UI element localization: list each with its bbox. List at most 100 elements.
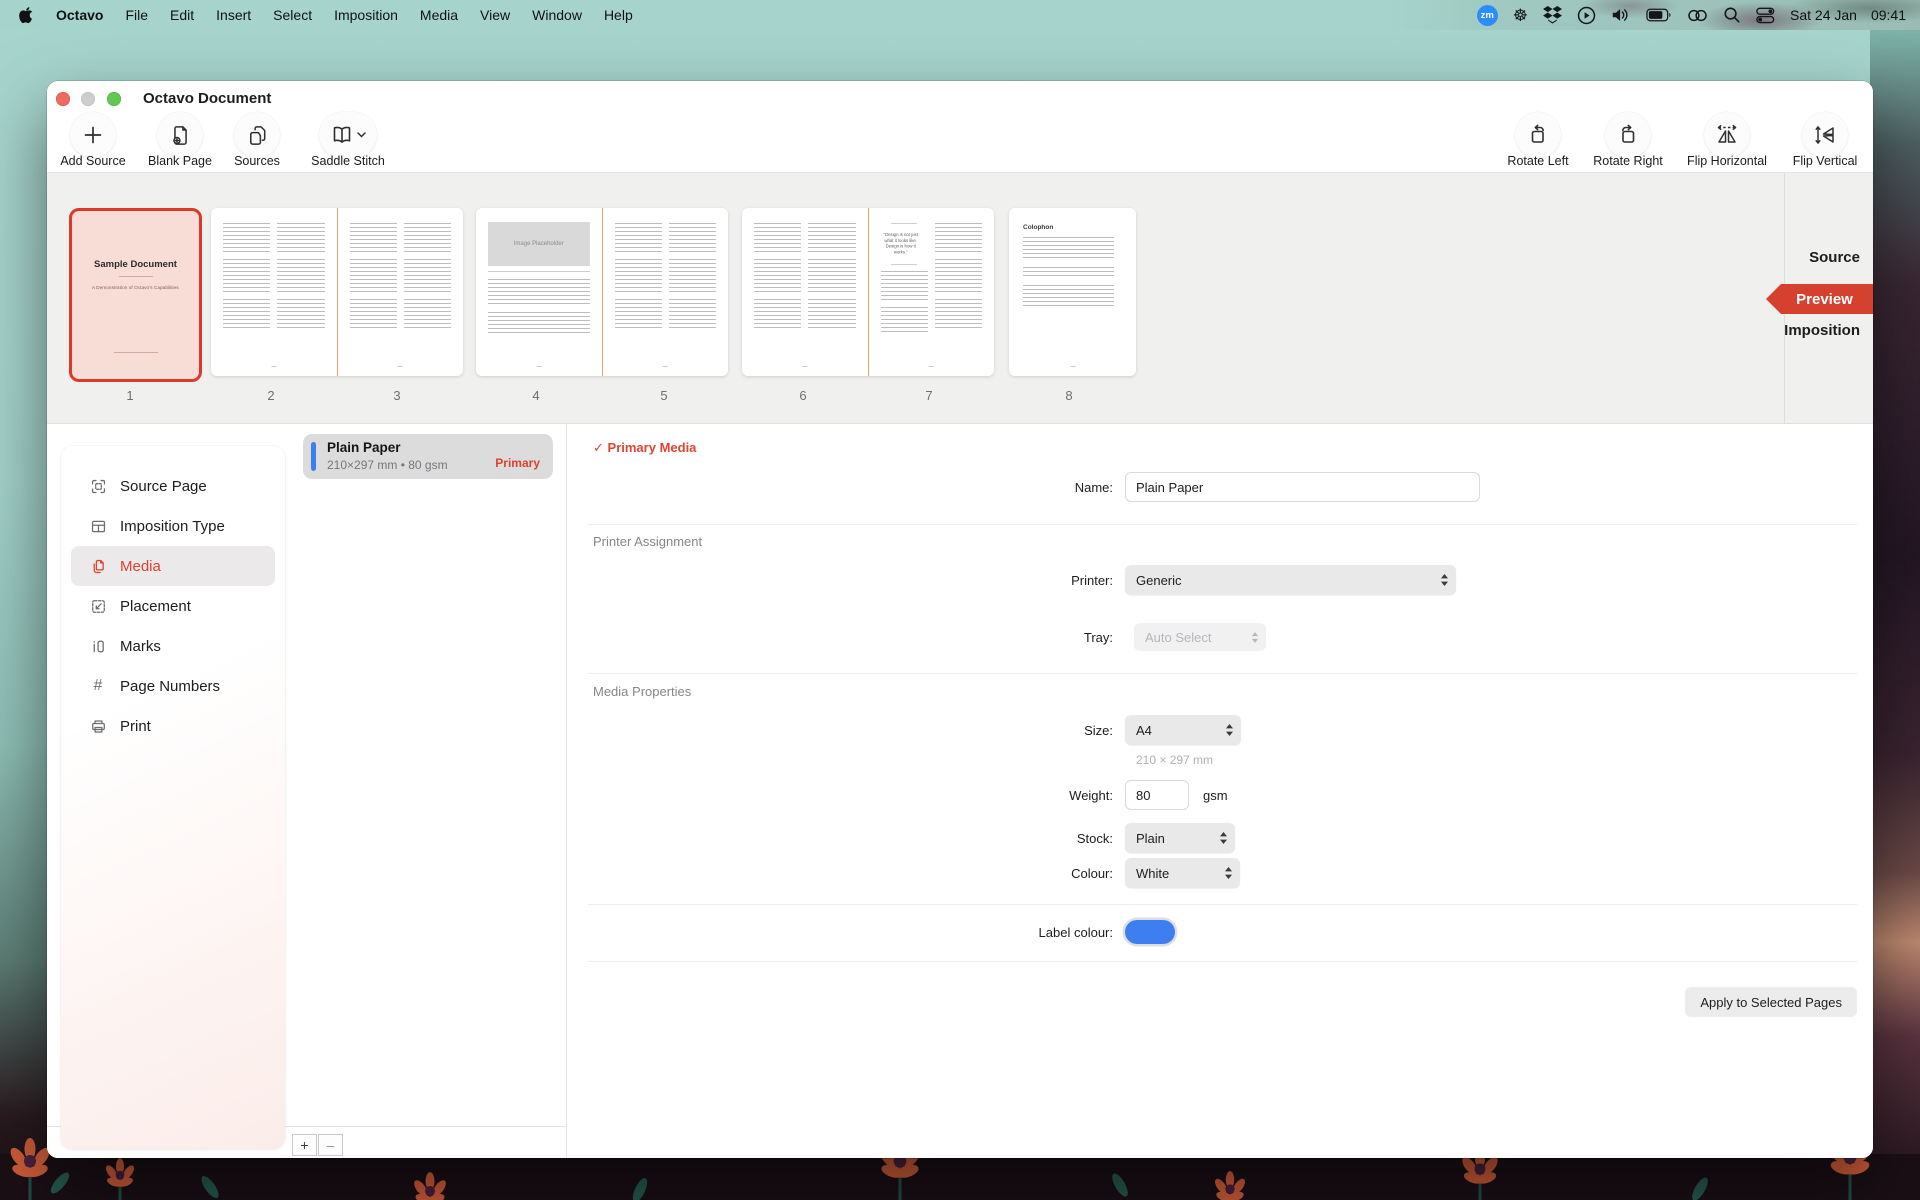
menu-item-imposition[interactable]: Imposition (323, 0, 409, 30)
stock-label: Stock: (913, 831, 1113, 846)
thumbnail-spread-6-7[interactable]: "Design is not just what it looks like. … (742, 208, 994, 376)
section-divider (588, 673, 1857, 674)
size-dimensions-note: 210 × 297 mm (1136, 753, 1213, 767)
weight-input[interactable] (1125, 780, 1189, 810)
thumbnail-page-4[interactable]: Image Placeholder (476, 208, 602, 376)
chevron-down-icon (357, 132, 366, 138)
settings-sidebar: Source Page Imposition Type Media Placem… (61, 446, 285, 1149)
section-divider (588, 524, 1857, 525)
thumbnail-page-6[interactable] (742, 208, 868, 376)
close-button[interactable] (56, 92, 70, 106)
helm-menu-icon[interactable]: ☸ (1513, 7, 1528, 24)
menubar-time[interactable]: 09:41 (1871, 7, 1906, 23)
pull-quote: "Design is not just what it looks like. … (878, 233, 922, 256)
tab-imposition[interactable]: Imposition (1784, 322, 1860, 339)
menu-bar: Octavo File Edit Insert Select Impositio… (0, 0, 1920, 30)
dropbox-icon[interactable] (1543, 6, 1562, 24)
book-icon (330, 124, 354, 146)
flip-vertical-button[interactable] (1802, 112, 1848, 158)
cover-title: Sample Document (94, 259, 177, 270)
documents-icon (246, 124, 269, 147)
sidebar-label: Placement (120, 598, 191, 615)
media-list-item-plain-paper[interactable]: Plain Paper 210×297 mm • 80 gsm Primary (303, 434, 553, 479)
saddle-stitch-button[interactable] (319, 112, 377, 158)
name-input[interactable] (1125, 472, 1480, 502)
stepper-icon (1219, 831, 1228, 845)
search-icon[interactable] (1723, 6, 1741, 24)
section-divider (588, 961, 1857, 962)
tab-source[interactable]: Source (1809, 249, 1860, 266)
thumbnail-page-8[interactable]: Colophon (1009, 208, 1136, 376)
sidebar-label: Page Numbers (120, 678, 220, 695)
blank-page-label: Blank Page (148, 154, 212, 168)
thumbnail-page-1-selected[interactable]: Sample Document A Demonstration of Octav… (69, 208, 202, 382)
label-colour-swatch[interactable] (1125, 920, 1175, 944)
sidebar-item-print[interactable]: Print (71, 706, 275, 746)
thumbnail-spread-4-5[interactable]: Image Placeholder (476, 208, 728, 376)
thumbnail-spread-2-3[interactable] (211, 208, 463, 376)
menu-item-media[interactable]: Media (409, 0, 469, 30)
page-number-6: 6 (799, 388, 806, 403)
blank-page-button[interactable] (157, 112, 203, 158)
printer-select[interactable]: Generic (1125, 565, 1456, 595)
menu-item-edit[interactable]: Edit (159, 0, 205, 30)
link-icon[interactable] (1687, 7, 1708, 24)
sidebar-item-source-page[interactable]: Source Page (71, 466, 275, 506)
menu-item-select[interactable]: Select (262, 0, 323, 30)
title-bar: Octavo Document Add Source Blank Page So… (47, 81, 1873, 173)
sidebar-item-media[interactable]: Media (71, 546, 275, 586)
volume-icon[interactable] (1611, 6, 1631, 24)
sidebar-label: Print (120, 718, 151, 735)
plus-icon (82, 124, 104, 146)
stock-select[interactable]: Plain (1125, 823, 1235, 853)
sidebar-item-marks[interactable]: Marks (71, 626, 275, 666)
sidebar-item-placement[interactable]: Placement (71, 586, 275, 626)
menu-item-insert[interactable]: Insert (205, 0, 262, 30)
minimize-button[interactable] (81, 92, 95, 106)
window-title: Octavo Document (143, 90, 271, 107)
apple-menu-icon[interactable] (18, 7, 33, 24)
menu-item-window[interactable]: Window (521, 0, 593, 30)
battery-icon[interactable] (1646, 8, 1672, 22)
rotate-right-button[interactable] (1605, 112, 1651, 158)
menu-item-help[interactable]: Help (593, 0, 644, 30)
size-select[interactable]: A4 (1125, 715, 1241, 745)
zoom-button[interactable] (107, 92, 121, 106)
media-name: Plain Paper (327, 440, 401, 455)
thumbnail-page-5[interactable] (603, 208, 729, 376)
cover-subtitle: A Demonstration of Octavo's Capabilities (92, 286, 179, 291)
thumbnail-page-3[interactable] (338, 208, 464, 376)
apply-to-selected-pages-button[interactable]: Apply to Selected Pages (1685, 987, 1857, 1017)
menu-item-view[interactable]: View (469, 0, 521, 30)
size-label: Size: (913, 723, 1113, 738)
menu-item-octavo[interactable]: Octavo (45, 0, 114, 30)
sidebar-item-imposition-type[interactable]: Imposition Type (71, 506, 275, 546)
saddle-stitch-label: Saddle Stitch (311, 154, 385, 168)
menu-item-file[interactable]: File (114, 0, 159, 30)
rotate-left-button[interactable] (1515, 112, 1561, 158)
tab-preview-selected[interactable]: Preview (1766, 284, 1873, 314)
colour-select[interactable]: White (1125, 858, 1240, 888)
primary-media-indicator[interactable]: ✓ Primary Media (593, 440, 696, 456)
add-source-button[interactable] (70, 112, 116, 158)
thumbnail-page-7[interactable]: "Design is not just what it looks like. … (869, 208, 995, 376)
menubar-date[interactable]: Sat 24 Jan (1790, 7, 1857, 23)
flip-horizontal-button[interactable] (1704, 112, 1750, 158)
sidebar-label: Marks (120, 638, 161, 655)
printer-label: Printer: (913, 573, 1113, 588)
document-plus-icon (169, 124, 192, 147)
play-circle-icon[interactable] (1577, 6, 1596, 25)
sidebar-label: Source Page (120, 478, 207, 495)
page-number-7: 7 (925, 388, 932, 403)
add-media-button[interactable]: + (292, 1134, 317, 1156)
remove-media-button[interactable]: – (318, 1134, 343, 1156)
label-colour-label: Label colour: (913, 925, 1113, 940)
zoom-app-icon[interactable]: zm (1477, 5, 1498, 26)
sources-button[interactable] (234, 112, 280, 158)
control-center-icon[interactable] (1756, 7, 1775, 24)
stepper-icon (1251, 631, 1259, 644)
grid-icon (89, 518, 107, 535)
thumbnail-page-2[interactable] (211, 208, 337, 376)
sidebar-item-page-numbers[interactable]: # Page Numbers (71, 666, 275, 706)
weight-label: Weight: (913, 788, 1113, 803)
